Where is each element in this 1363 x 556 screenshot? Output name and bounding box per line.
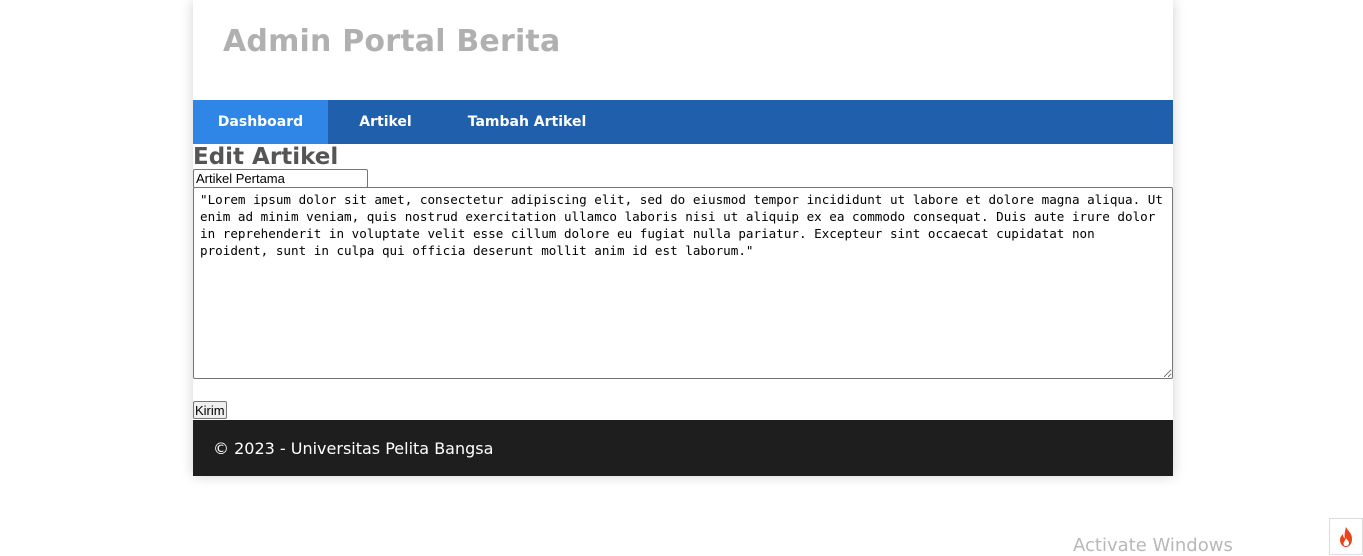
nav-item-artikel[interactable]: Artikel [328, 100, 443, 144]
nav-item-dashboard[interactable]: Dashboard [193, 100, 328, 144]
nav-item-tambah-artikel[interactable]: Tambah Artikel [443, 100, 611, 144]
site-header: Admin Portal Berita [193, 0, 1173, 100]
article-content-textarea[interactable]: "Lorem ipsum dolor sit amet, consectetur… [193, 187, 1173, 379]
page-title: Edit Artikel [193, 144, 339, 170]
edit-form: Edit Artikel "Lorem ipsum dolor sit amet… [193, 144, 1173, 420]
page-container: Admin Portal Berita Dashboard Artikel Ta… [193, 0, 1173, 476]
site-footer: © 2023 - Universitas Pelita Bangsa [193, 420, 1173, 476]
site-title: Admin Portal Berita [223, 24, 561, 59]
flame-icon [1340, 526, 1352, 547]
activate-windows-watermark: Activate Windows [1073, 535, 1233, 556]
footer-copyright: © 2023 - Universitas Pelita Bangsa [213, 438, 494, 458]
article-title-input[interactable] [193, 169, 368, 188]
codeigniter-flame-icon[interactable] [1329, 518, 1363, 555]
submit-button[interactable]: Kirim [193, 401, 227, 419]
main-nav: Dashboard Artikel Tambah Artikel [193, 100, 1173, 144]
